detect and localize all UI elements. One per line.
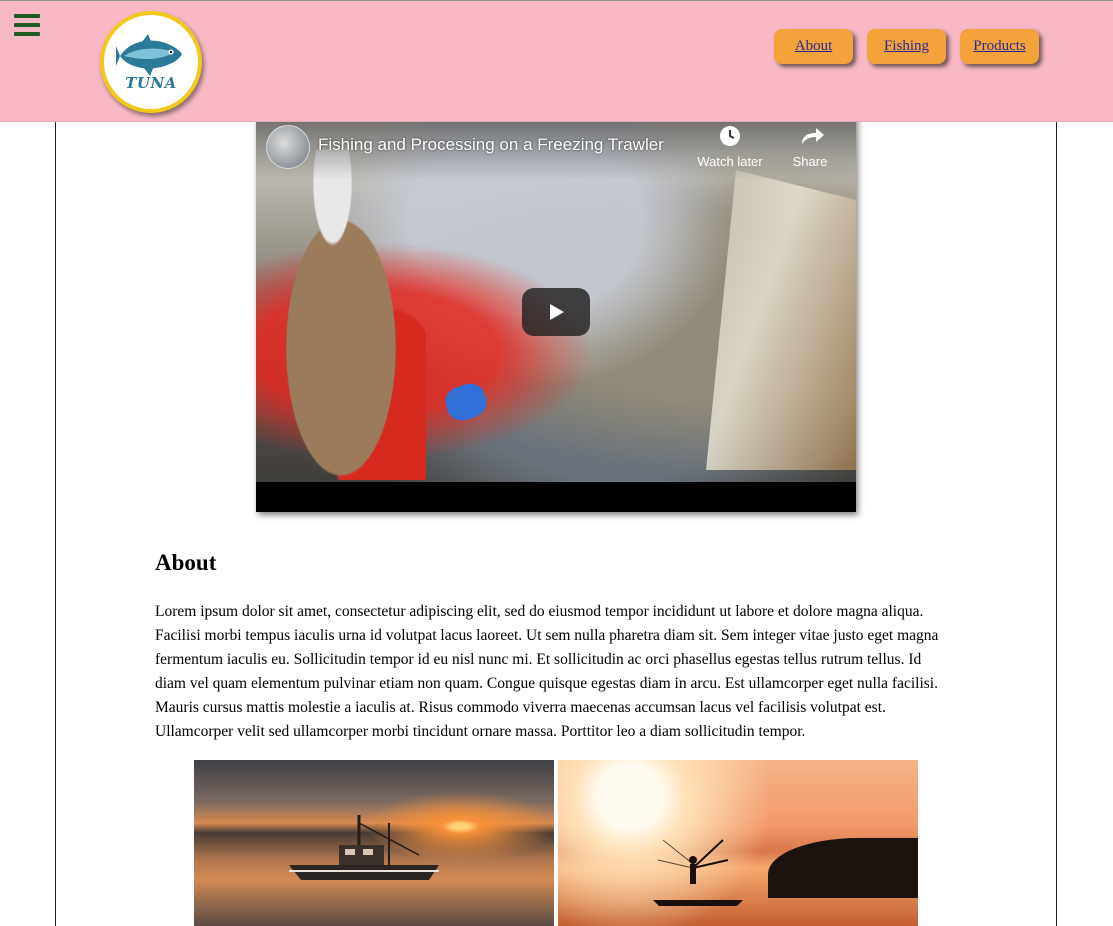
share-icon [802,128,824,144]
thumbnail-trawler-door [706,170,856,470]
tuna-logo[interactable]: TUNA [100,11,202,113]
island-silhouette [768,838,918,898]
share-button[interactable]: Share [770,124,850,169]
share-label: Share [792,154,828,169]
logo-text: TUNA [125,74,177,92]
about-heading: About [155,550,217,575]
watch-later-button[interactable]: Watch later [690,124,770,169]
main-nav: About Fishing Products [774,29,1039,64]
hamburger-bar [14,23,40,27]
nav-fishing-button[interactable]: Fishing [867,29,946,64]
nav-about-button[interactable]: About [774,29,853,64]
fish-logo-icon [116,34,182,76]
boat-silhouette [289,815,439,880]
nav-products-button[interactable]: Products [960,29,1039,64]
play-button[interactable] [522,288,590,336]
video-title[interactable]: Fishing and Processing on a Freezing Tra… [318,135,664,155]
thumbnail-fisherman [256,150,426,480]
clock-icon [720,126,740,146]
net-fisherman-sunset-photo [558,760,918,926]
embedded-video-player[interactable]: Fishing and Processing on a Freezing Tra… [256,110,856,512]
fisherman-silhouette [653,839,743,906]
watch-later-label: Watch later [697,154,763,169]
site-header: TUNA About Fishing Products [0,0,1113,122]
channel-avatar[interactable] [266,125,310,169]
fishing-boat-sunset-photo [194,760,554,926]
about-paragraph: Lorem ipsum dolor sit amet, consectetur … [155,603,939,740]
play-icon [550,304,564,320]
hamburger-bar [14,14,40,18]
thumbnail-glove [441,379,491,425]
hamburger-menu-icon[interactable] [14,14,40,36]
hamburger-bar [14,32,40,36]
